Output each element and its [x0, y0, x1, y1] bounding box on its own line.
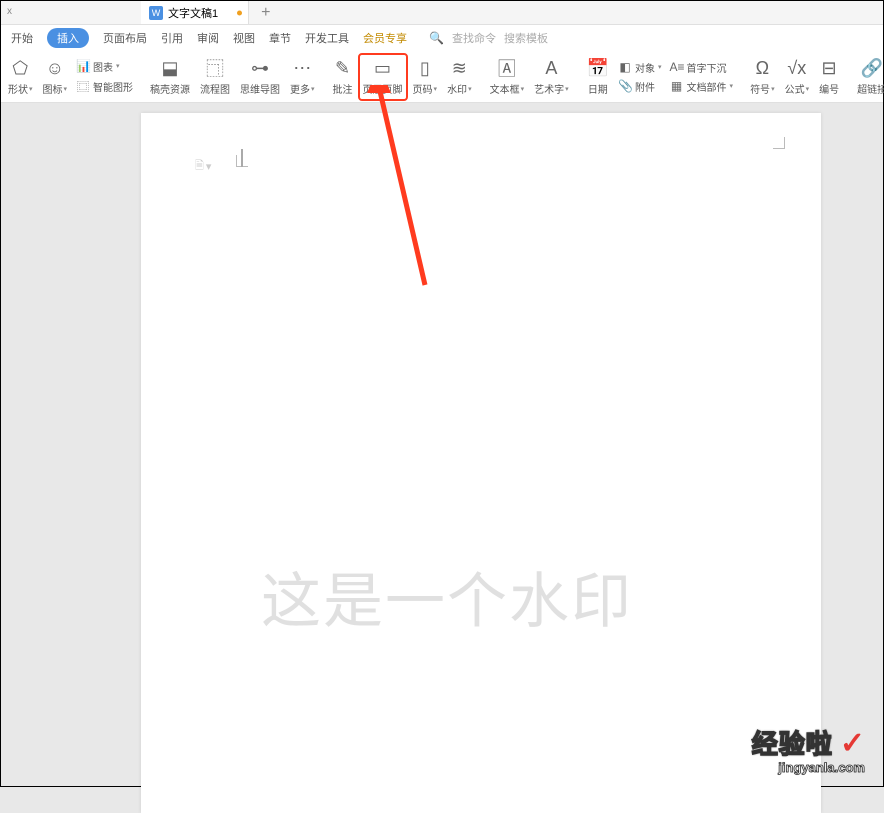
- margin-corner-tl-icon: [236, 151, 252, 167]
- search-icon: 🔍: [429, 31, 444, 45]
- mindmap-icon: ⊶: [251, 57, 269, 79]
- check-icon: ✓: [840, 727, 865, 760]
- date-button[interactable]: 📅 日期: [582, 53, 614, 101]
- header-footer-icon: ▭: [374, 57, 391, 79]
- number-icon: ⊟: [822, 57, 837, 79]
- menu-insert[interactable]: 插入: [47, 28, 89, 48]
- drop-cap-button[interactable]: A≡ 首字下沉: [670, 60, 734, 75]
- doc-parts-icon: ▦: [670, 79, 684, 93]
- site-watermark-title: 经验啦: [752, 729, 833, 759]
- watermark-icon: ≋: [452, 57, 467, 79]
- more-button[interactable]: ⋯ 更多▾: [285, 53, 320, 101]
- hyperlink-icon: 🔗: [861, 57, 883, 79]
- drop-cap-icon: A≡: [670, 60, 684, 74]
- icon-button[interactable]: ☺ 图标▾: [38, 53, 73, 101]
- emoji-icon: ☺: [46, 57, 64, 79]
- header-footer-button[interactable]: ▭ 页眉页脚: [358, 53, 408, 101]
- doc-parts-button[interactable]: ▦ 文档部件▾: [670, 79, 734, 94]
- formula-icon: √x: [787, 57, 806, 79]
- wordart-button[interactable]: A 艺术字▾: [529, 53, 574, 101]
- object-icon: ◧: [618, 60, 632, 74]
- smart-shape-button[interactable]: ⿴ 智能图形: [76, 78, 133, 95]
- template-resource-button[interactable]: ⬓ 稿壳资源: [145, 53, 195, 101]
- site-watermark-url: jingyanla.com: [752, 761, 865, 774]
- mindmap-button[interactable]: ⊶ 思维导图: [235, 53, 285, 101]
- word-doc-icon: W: [149, 6, 163, 20]
- document-page[interactable]: 🗎 ▾ 这是一个水印: [141, 113, 821, 813]
- menu-chapter[interactable]: 章节: [269, 30, 291, 46]
- textbox-icon: 🄰: [498, 57, 516, 79]
- menu-bar: 开始 插入 页面布局 引用 审阅 视图 章节 开发工具 会员专享 🔍 查找命令 …: [1, 25, 883, 51]
- flowchart-button[interactable]: ⿹ 流程图: [195, 53, 235, 101]
- unsaved-indicator-icon: [237, 10, 242, 15]
- menu-dev-tools[interactable]: 开发工具: [305, 30, 349, 46]
- attachment-icon: 📎: [618, 79, 632, 93]
- smartart-icon: ⿴: [76, 78, 90, 95]
- menu-page-layout[interactable]: 页面布局: [103, 30, 147, 46]
- page-number-icon: ▯: [420, 57, 430, 79]
- search-template[interactable]: 搜索模板: [504, 30, 548, 46]
- tab-bar: x W 文字文稿1 +: [1, 1, 883, 25]
- chevron-down-icon: ▾: [468, 85, 472, 93]
- symbol-button[interactable]: Ω 符号▾: [745, 53, 780, 101]
- prev-tab-suffix: x: [7, 6, 12, 17]
- ribbon-toolbar: ⬠ 形状▾ ☺ 图标▾ 📊 图表▾ ⿴ 智能图形 ⬓ 稿壳资源 ⿹ 流程图 ⊶ …: [1, 51, 883, 103]
- page-number-button[interactable]: ▯ 页码▾: [408, 53, 443, 101]
- flowchart-icon: ⿹: [206, 57, 224, 79]
- comment-icon: ✎: [335, 57, 350, 79]
- chevron-down-icon: ▾: [806, 85, 810, 93]
- template-icon: ⬓: [162, 57, 179, 79]
- menu-reference[interactable]: 引用: [161, 30, 183, 46]
- search-command[interactable]: 查找命令: [452, 30, 496, 46]
- number-button[interactable]: ⊟ 编号: [814, 53, 844, 101]
- document-workspace: 🗎 ▾ 这是一个水印: [1, 103, 883, 786]
- attachment-button[interactable]: 📎 附件: [618, 79, 662, 94]
- chevron-down-icon: ▾: [206, 160, 212, 173]
- menu-review[interactable]: 审阅: [197, 30, 219, 46]
- object-button[interactable]: ◧ 对象▾: [618, 60, 662, 75]
- margin-corner-tr-icon: [769, 133, 785, 149]
- watermark-button[interactable]: ≋ 水印▾: [442, 53, 477, 101]
- date-icon: 📅: [587, 57, 609, 79]
- menu-view[interactable]: 视图: [233, 30, 255, 46]
- menu-start[interactable]: 开始: [11, 30, 33, 46]
- chevron-down-icon: ▾: [311, 85, 315, 93]
- chevron-down-icon: ▾: [658, 63, 662, 71]
- document-tab[interactable]: W 文字文稿1: [141, 1, 249, 24]
- chevron-down-icon: ▾: [64, 85, 68, 93]
- more-icon: ⋯: [293, 57, 311, 79]
- text-cursor: [241, 149, 243, 167]
- chart-icon: 📊: [76, 59, 90, 73]
- shape-icon: ⬠: [12, 57, 28, 79]
- search-area: 🔍 查找命令 搜索模板: [429, 30, 548, 46]
- new-tab-button[interactable]: +: [249, 4, 282, 22]
- chevron-down-icon: ▾: [434, 85, 438, 93]
- menu-member[interactable]: 会员专享: [363, 30, 407, 46]
- chevron-down-icon: ▾: [730, 82, 734, 90]
- wordart-icon: A: [545, 57, 557, 79]
- formula-button[interactable]: √x 公式▾: [780, 53, 815, 101]
- shape-button[interactable]: ⬠ 形状▾: [3, 53, 38, 101]
- chart-button[interactable]: 📊 图表▾: [76, 59, 133, 74]
- chevron-down-icon: ▾: [521, 85, 525, 93]
- tab-title: 文字文稿1: [168, 5, 218, 21]
- comment-button[interactable]: ✎ 批注: [328, 53, 358, 101]
- chevron-down-icon: ▾: [116, 62, 120, 70]
- watermark-text: 这是一个水印: [261, 553, 633, 640]
- textbox-button[interactable]: 🄰 文本框▾: [485, 53, 530, 101]
- chevron-down-icon: ▾: [565, 85, 569, 93]
- page-icon: 🗎: [195, 157, 204, 176]
- chevron-down-icon: ▾: [771, 85, 775, 93]
- site-watermark: 经验啦 ✓ jingyanla.com: [752, 729, 865, 774]
- chevron-down-icon: ▾: [29, 85, 33, 93]
- header-indicator[interactable]: 🗎 ▾: [195, 157, 211, 176]
- symbol-icon: Ω: [756, 57, 769, 79]
- hyperlink-button[interactable]: 🔗 超链接: [852, 53, 884, 101]
